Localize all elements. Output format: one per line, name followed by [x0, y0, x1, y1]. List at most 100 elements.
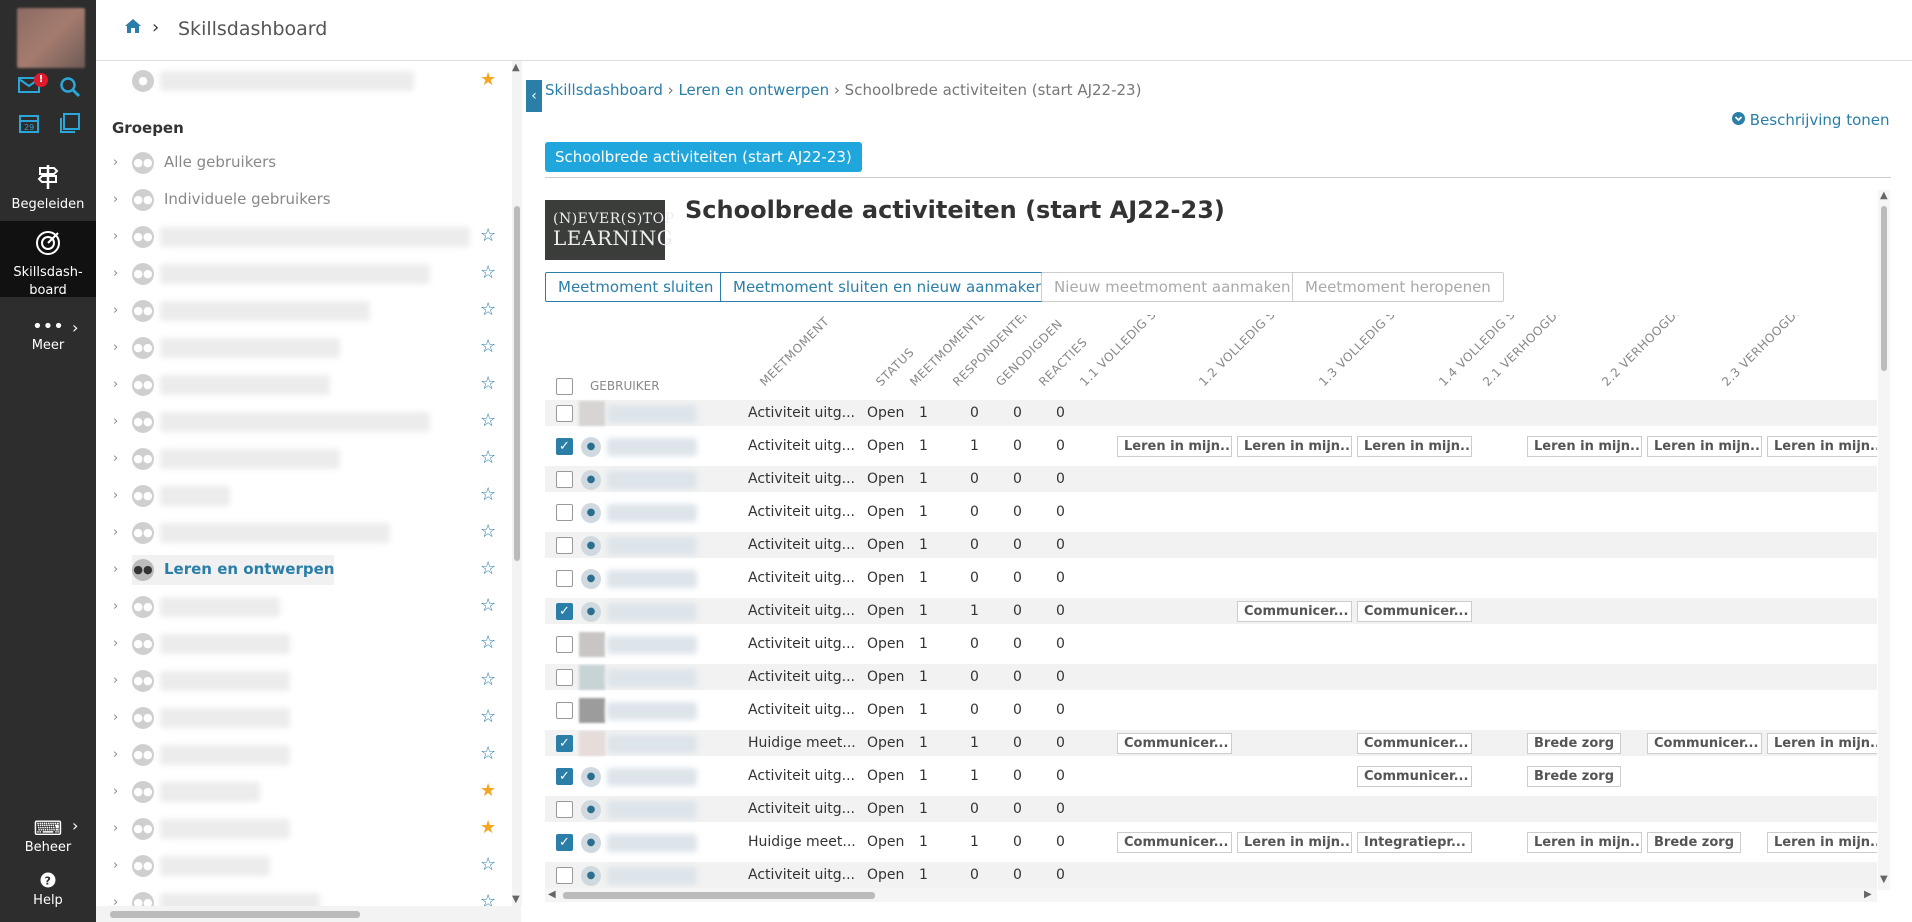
row-checkbox[interactable]: [556, 537, 573, 554]
chevron-right-icon[interactable]: ›: [113, 821, 118, 836]
group-row[interactable]: › ●● ★: [96, 814, 506, 844]
group-row[interactable]: › ●● ☆: [96, 851, 506, 881]
chevron-right-icon[interactable]: ›: [113, 710, 118, 725]
star-outline-icon[interactable]: ☆: [480, 854, 496, 875]
groups-vertical-scrollbar[interactable]: [512, 61, 522, 906]
chevron-right-icon[interactable]: ›: [113, 747, 118, 762]
activity-tab[interactable]: Schoolbrede activiteiten (start AJ22-23): [545, 142, 862, 172]
group-row[interactable]: › ●● ☆: [96, 259, 506, 289]
table-row[interactable]: ✓ Huidige meet... Open 1 1 0 0 Communicer... Com…: [545, 730, 1877, 757]
close-and-new-measurement-button[interactable]: Meetmoment sluiten en nieuw aanmaken: [720, 272, 1058, 302]
table-horizontal-scrollbar[interactable]: [545, 888, 1877, 902]
nav-meer[interactable]: ••• Meer: [0, 316, 96, 356]
row-checkbox-checked[interactable]: ✓: [556, 768, 573, 785]
skill-tag[interactable]: Communicer...: [1357, 766, 1472, 787]
chevron-right-icon[interactable]: ›: [113, 673, 118, 688]
group-row[interactable]: › ●● ★: [96, 777, 506, 807]
skill-tag[interactable]: Leren in mijn...: [1117, 436, 1232, 457]
group-row[interactable]: › ●● ☆: [96, 740, 506, 770]
group-row-current[interactable]: ● ★: [96, 66, 506, 96]
skill-tag[interactable]: Brede zorg: [1527, 766, 1621, 787]
star-outline-icon[interactable]: ☆: [480, 410, 496, 431]
chevron-right-icon[interactable]: ›: [113, 858, 118, 873]
star-outline-icon[interactable]: ☆: [480, 706, 496, 727]
skill-tag[interactable]: Leren in mijn...: [1527, 436, 1642, 457]
group-row[interactable]: › ●● ☆: [96, 444, 506, 474]
row-checkbox[interactable]: [556, 669, 573, 686]
group-row[interactable]: › ●● Alle gebruikers: [96, 148, 506, 178]
table-row[interactable]: ● Activiteit uitg... Open 1 0 0 0: [545, 532, 1877, 559]
row-checkbox-checked[interactable]: ✓: [556, 735, 573, 752]
skill-tag[interactable]: Brede zorg: [1647, 832, 1741, 853]
row-checkbox[interactable]: [556, 504, 573, 521]
table-row[interactable]: ● Activiteit uitg... Open 1 0 0 0: [545, 466, 1877, 493]
search-icon[interactable]: [58, 76, 82, 100]
user-avatar[interactable]: [17, 8, 85, 68]
close-measurement-button[interactable]: Meetmoment sluiten: [545, 272, 727, 302]
group-row[interactable]: › ●● ☆: [96, 407, 506, 437]
table-row[interactable]: Activiteit uitg... Open 1 0 0 0: [545, 664, 1877, 691]
star-outline-icon[interactable]: ☆: [480, 595, 496, 616]
table-row[interactable]: ✓ ● Activiteit uitg... Open 1 1 0 0 Communicer..…: [545, 598, 1877, 625]
chevron-right-icon[interactable]: ›: [113, 192, 118, 207]
skill-tag[interactable]: Leren in mijn...: [1767, 436, 1877, 457]
nav-help[interactable]: ? Help: [0, 872, 96, 912]
star-outline-icon[interactable]: ☆: [480, 373, 496, 394]
reopen-measurement-button[interactable]: Meetmoment heropenen: [1292, 272, 1504, 302]
star-icon[interactable]: ★: [480, 69, 496, 90]
row-checkbox[interactable]: [556, 702, 573, 719]
skill-tag[interactable]: Brede zorg: [1527, 733, 1621, 754]
table-row[interactable]: ● Activiteit uitg... Open 1 0 0 0: [545, 796, 1877, 823]
skill-tag[interactable]: Communicer...: [1237, 601, 1352, 622]
group-row[interactable]: › ●● ☆: [96, 703, 506, 733]
chevron-right-icon[interactable]: ›: [113, 784, 118, 799]
chevron-right-icon[interactable]: ›: [113, 636, 118, 651]
scroll-thumb[interactable]: [514, 206, 520, 561]
description-toggle[interactable]: Beschrijving tonen: [1732, 111, 1890, 129]
groups-horizontal-scrollbar[interactable]: [96, 906, 521, 922]
table-vertical-scrollbar[interactable]: [1878, 190, 1890, 890]
chevron-right-icon[interactable]: ›: [113, 229, 118, 244]
table-row[interactable]: ● Activiteit uitg... Open 1 0 0 0: [545, 565, 1877, 592]
group-row[interactable]: › ●● ☆: [96, 222, 506, 252]
row-checkbox[interactable]: [556, 405, 573, 422]
row-checkbox-checked[interactable]: ✓: [556, 438, 573, 455]
star-outline-icon[interactable]: ☆: [480, 447, 496, 468]
table-row[interactable]: Activiteit uitg... Open 1 0 0 0: [545, 400, 1877, 427]
skill-tag[interactable]: Leren in mijn...: [1357, 436, 1472, 457]
row-checkbox[interactable]: [556, 636, 573, 653]
star-outline-icon[interactable]: ☆: [480, 743, 496, 764]
star-icon[interactable]: ★: [480, 780, 496, 801]
group-row[interactable]: › ●● ☆: [96, 592, 506, 622]
group-row[interactable]: › ●● ☆: [96, 666, 506, 696]
star-outline-icon[interactable]: ☆: [480, 484, 496, 505]
chevron-right-icon[interactable]: ›: [113, 340, 118, 355]
group-row[interactable]: › ●● ☆: [96, 333, 506, 363]
scroll-down-icon[interactable]: ▼: [1880, 874, 1888, 885]
scroll-up-icon[interactable]: ▲: [512, 62, 520, 73]
calendar-icon[interactable]: 29: [17, 112, 41, 136]
star-icon[interactable]: ★: [480, 817, 496, 838]
skill-tag[interactable]: Communicer...: [1117, 832, 1232, 853]
row-checkbox-checked[interactable]: ✓: [556, 834, 573, 851]
nav-skillsdashboard[interactable]: Skillsdash- board: [0, 221, 96, 298]
star-outline-icon[interactable]: ☆: [480, 299, 496, 320]
group-row[interactable]: › ●● ☆: [96, 518, 506, 548]
group-row-selected[interactable]: › ●● Leren en ontwerpen ☆: [96, 555, 506, 585]
skill-tag[interactable]: Communicer...: [1357, 601, 1472, 622]
breadcrumb-link-group[interactable]: Leren en ontwerpen: [678, 81, 829, 99]
scroll-thumb[interactable]: [563, 892, 875, 899]
new-measurement-button[interactable]: Nieuw meetmoment aanmaken: [1041, 272, 1304, 302]
group-row[interactable]: › ●● ☆: [96, 296, 506, 326]
scroll-left-icon[interactable]: ◀: [548, 889, 556, 900]
nav-begeleiden[interactable]: Begeleiden: [0, 162, 96, 214]
select-all-checkbox[interactable]: [556, 378, 573, 395]
table-row[interactable]: Activiteit uitg... Open 1 0 0 0: [545, 697, 1877, 724]
home-icon[interactable]: [124, 18, 142, 39]
chevron-right-icon[interactable]: ›: [113, 414, 118, 429]
chevron-right-icon[interactable]: ›: [113, 266, 118, 281]
skill-tag[interactable]: Leren in mijn...: [1767, 832, 1877, 853]
skill-tag[interactable]: Communicer...: [1647, 733, 1762, 754]
skill-tag[interactable]: Leren in mijn...: [1767, 733, 1877, 754]
table-row[interactable]: ● Activiteit uitg... Open 1 0 0 0: [545, 862, 1877, 889]
